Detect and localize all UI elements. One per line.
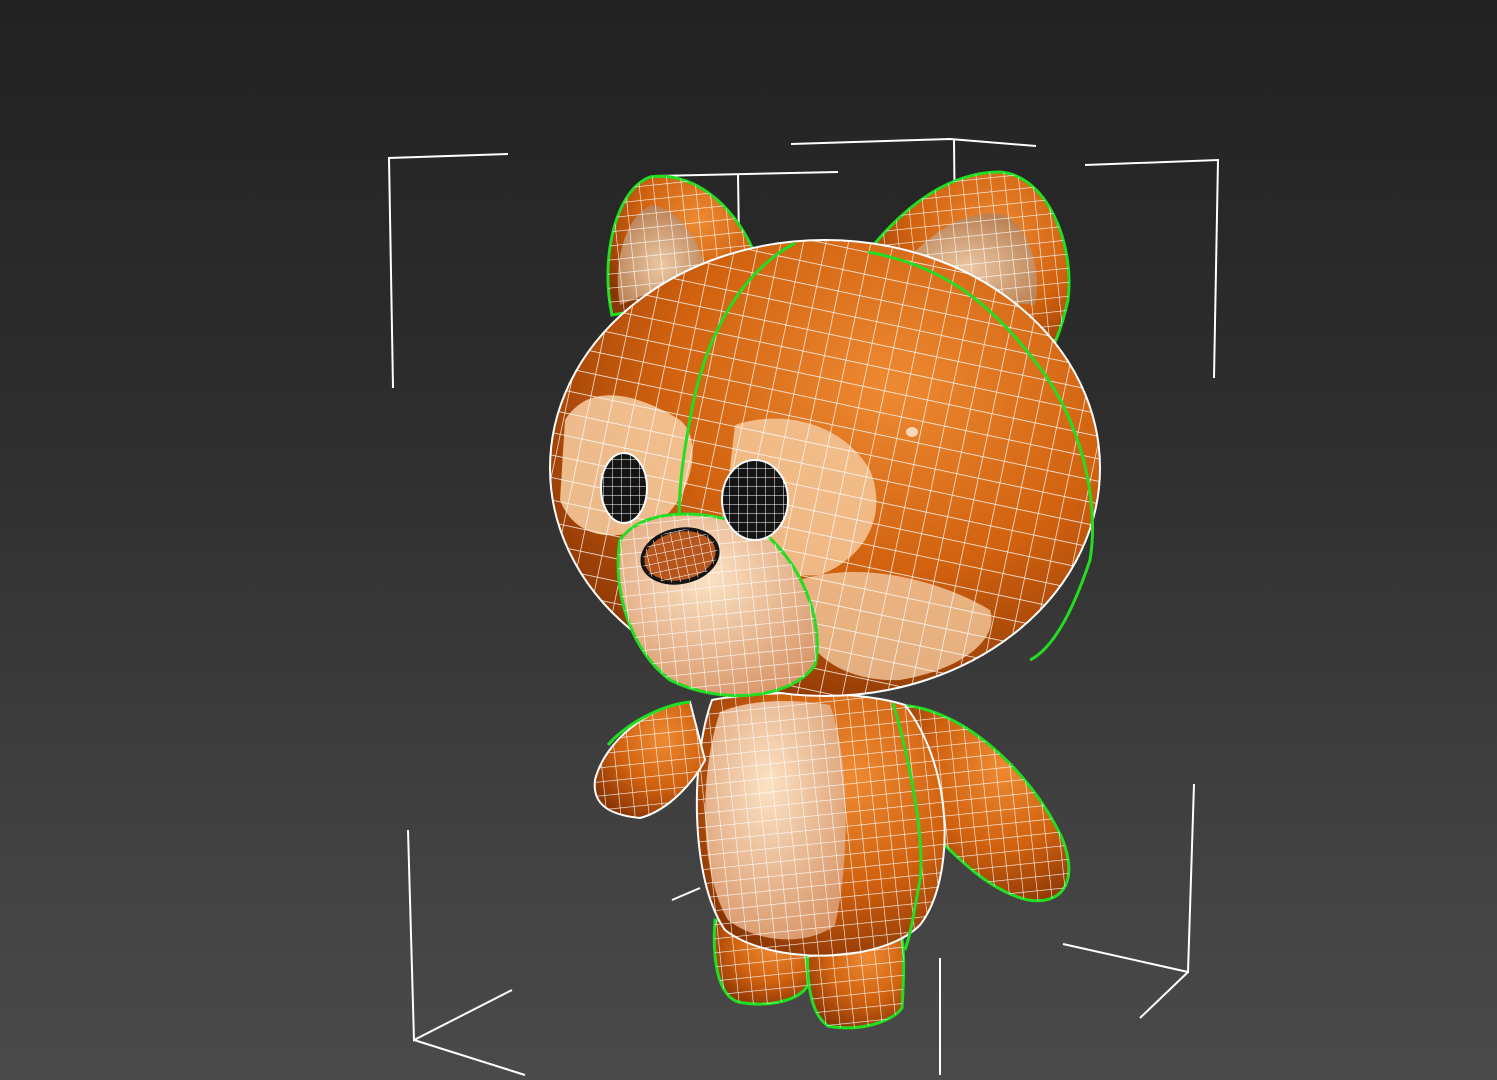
- bracket-bottom-right-floor: [1139, 971, 1189, 1019]
- bracket-top-center: [790, 137, 1037, 147]
- bracket-top-left: [387, 153, 509, 389]
- head-specular-highlight: [906, 427, 918, 437]
- left-eye[interactable]: [600, 452, 648, 524]
- bracket-bottom-right: [1062, 783, 1195, 974]
- 3d-viewport[interactable]: [0, 0, 1497, 1080]
- viewport-scene[interactable]: [0, 0, 1497, 1080]
- bracket-bottom-back: [671, 887, 701, 901]
- bracket-bottom-left-floor: [413, 1039, 526, 1076]
- left-arm[interactable]: [593, 700, 707, 820]
- bracket-bottom-left: [407, 829, 513, 1042]
- bracket-top-right: [1084, 158, 1220, 379]
- bracket-top-inner: [655, 171, 839, 177]
- body[interactable]: [695, 692, 946, 957]
- right-eye[interactable]: [721, 459, 789, 541]
